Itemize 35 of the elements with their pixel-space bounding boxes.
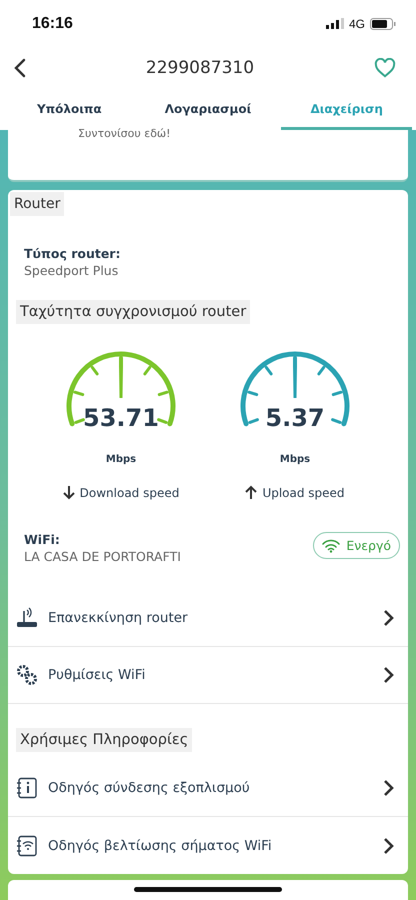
- chevron-icon: [383, 666, 394, 684]
- network-type: 4G: [348, 16, 365, 31]
- wifi-icon: [322, 538, 340, 553]
- chevron-icon: [383, 836, 394, 855]
- chevron-icon: [383, 779, 394, 798]
- router-icon: [16, 607, 38, 630]
- section-heading: Router: [10, 192, 64, 216]
- menu-row[interactable]: Οδηγός σύνδεσης εξοπλισμού: [8, 760, 408, 818]
- status-time: 16:16: [32, 14, 73, 33]
- page-title: 2299087310: [146, 58, 254, 78]
- speed-unit: Mbps: [280, 454, 310, 466]
- wifi-name: LA CASA DE PORTORAFTI: [24, 549, 181, 564]
- router-type-value: Speedport Plus: [24, 263, 120, 278]
- status-pill: Ενεργό: [313, 532, 400, 560]
- card-text: Συντονίσου εδώ!: [78, 128, 172, 140]
- speed-label: Upload speed: [262, 486, 345, 500]
- gears-icon: [16, 664, 38, 686]
- down-arrow-icon: [62, 485, 75, 500]
- section-heading: Ταχύτητα συγχρονισμού router: [16, 300, 250, 324]
- chevron-icon: [383, 609, 394, 628]
- wifi-label: WiFi:: [24, 532, 61, 548]
- speed-value: 53.71: [83, 404, 159, 432]
- up-arrow-icon: [245, 485, 258, 500]
- menu-row[interactable]: Οδηγός βελτίωσης σήματος WiFi: [8, 817, 408, 874]
- router-type-label: Τύπος router:: [24, 246, 120, 262]
- info-guide-icon: [16, 777, 38, 800]
- section-heading: Χρήσιμες Πληροφορίες: [16, 728, 192, 752]
- menu-row[interactable]: Επανεκκίνηση router: [8, 590, 408, 648]
- menu-row[interactable]: Ρυθμίσεις WiFi: [8, 647, 408, 704]
- signal-icon: [326, 18, 344, 30]
- speed-value: 5.37: [265, 404, 325, 432]
- speed-unit: Mbps: [106, 454, 136, 466]
- battery-icon: [370, 18, 396, 30]
- wifi-guide-icon: [16, 834, 38, 857]
- speed-label: Download speed: [80, 486, 180, 500]
